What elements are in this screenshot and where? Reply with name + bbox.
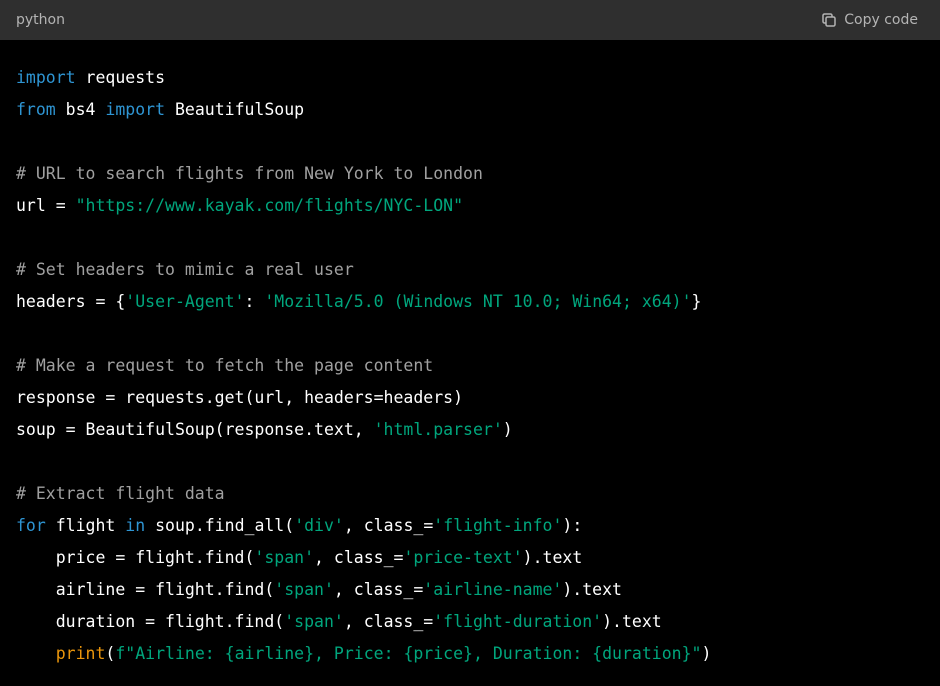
code-token: 'Mozilla/5.0 (Windows NT 10.0; Win64; x6… xyxy=(264,292,692,311)
code-token: ): xyxy=(562,516,583,535)
code-block-header: python Copy code xyxy=(0,0,940,40)
code-token: "https://www.kayak.com/flights/NYC-LON" xyxy=(75,196,464,215)
code-token: BeautifulSoup xyxy=(165,100,305,119)
code-line: duration = flight.find('span', class_='f… xyxy=(16,606,940,638)
code-token: # Make a request to fetch the page conte… xyxy=(16,356,434,375)
code-token: , class_= xyxy=(343,612,434,631)
code-token: 'flight-info' xyxy=(433,516,563,535)
code-line: from bs4 import BeautifulSoup xyxy=(16,94,940,126)
code-line: response = requests.get(url, headers=hea… xyxy=(16,382,940,414)
code-token: headers = { xyxy=(16,292,126,311)
code-line: for flight in soup.find_all('div', class… xyxy=(16,510,940,542)
code-token: 'span' xyxy=(274,580,334,599)
code-token: duration = flight.find( xyxy=(16,612,285,631)
code-token: price = flight.find( xyxy=(16,548,255,567)
code-token: in xyxy=(125,516,146,535)
code-token: airline = flight.find( xyxy=(16,580,275,599)
copy-code-label: Copy code xyxy=(844,12,918,28)
code-token: import xyxy=(105,100,166,119)
code-line: airline = flight.find('span', class_='ai… xyxy=(16,574,940,606)
code-token: soup.find_all( xyxy=(145,516,295,535)
code-token: bs4 xyxy=(55,100,106,119)
code-token: , class_= xyxy=(343,516,434,535)
code-token: # Set headers to mimic a real user xyxy=(16,260,354,279)
code-token: import xyxy=(16,68,76,87)
code-token: 'span' xyxy=(284,612,344,631)
code-line: soup = BeautifulSoup(response.text, 'htm… xyxy=(16,414,940,446)
code-token: soup = BeautifulSoup(response.text, xyxy=(16,420,374,439)
code-token: flight xyxy=(45,516,126,535)
code-line: # Set headers to mimic a real user xyxy=(16,254,940,286)
code-token: ).text xyxy=(602,612,662,631)
code-token: 'div' xyxy=(294,516,344,535)
code-line: url = "https://www.kayak.com/flights/NYC… xyxy=(16,190,940,222)
code-line: print(f"Airline: {airline}, Price: {pric… xyxy=(16,638,940,670)
code-token: 'airline-name' xyxy=(423,580,563,599)
code-token: } xyxy=(691,292,702,311)
code-token: print xyxy=(55,644,106,663)
code-token: 'flight-duration' xyxy=(433,612,603,631)
code-token: 'User-Agent' xyxy=(125,292,245,311)
code-line: # URL to search flights from New York to… xyxy=(16,158,940,190)
code-token: ) xyxy=(701,644,712,663)
code-token: requests xyxy=(75,68,166,87)
code-token: 'html.parser' xyxy=(373,420,503,439)
code-token: response = requests.get(url, headers=hea… xyxy=(16,388,464,407)
code-token: ).text xyxy=(562,580,622,599)
code-line: headers = {'User-Agent': 'Mozilla/5.0 (W… xyxy=(16,286,940,318)
code-token: from xyxy=(16,100,56,119)
code-line: import requests xyxy=(16,62,940,94)
code-content[interactable]: import requests from bs4 import Beautiful… xyxy=(0,40,940,686)
code-token: 'price-text' xyxy=(403,548,523,567)
copy-icon xyxy=(820,11,838,29)
code-token: # Extract flight data xyxy=(16,484,225,503)
code-token: for xyxy=(16,516,46,535)
code-token: url = xyxy=(16,196,76,215)
code-token: , class_= xyxy=(314,548,404,567)
copy-code-button[interactable]: Copy code xyxy=(820,11,918,29)
code-token: ).text xyxy=(522,548,583,567)
code-line: # Extract flight data xyxy=(16,478,940,510)
code-token: ) xyxy=(502,420,513,439)
code-token: 'span' xyxy=(254,548,315,567)
code-token: ( xyxy=(105,644,116,663)
language-label: python xyxy=(16,12,65,28)
code-token: f"Airline: {airline}, Price: {price}, Du… xyxy=(115,644,702,663)
code-token: # URL to search flights from New York to… xyxy=(16,164,483,183)
code-token: : xyxy=(244,292,265,311)
code-line: # Make a request to fetch the page conte… xyxy=(16,350,940,382)
code-line: price = flight.find('span', class_='pric… xyxy=(16,542,940,574)
code-token: , class_= xyxy=(333,580,424,599)
